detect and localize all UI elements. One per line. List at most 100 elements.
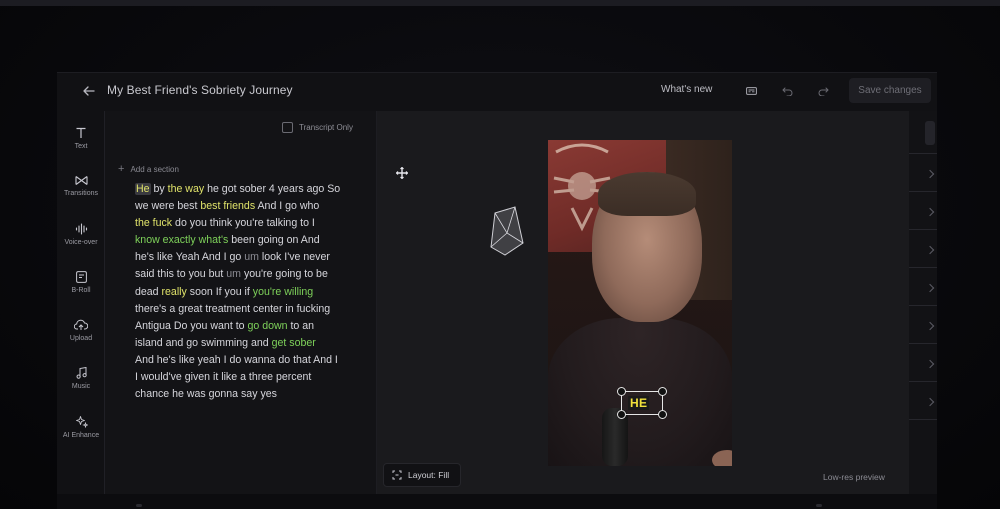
undo-icon [781,87,792,96]
chevron-right-icon[interactable] [925,321,935,331]
transcript-line[interactable]: He by the way he got sober 4 years ago S… [135,181,367,198]
transcript-highlight-word[interactable]: He [135,183,151,195]
tool-ai-enhance[interactable]: AI Enhance [57,415,105,455]
chevron-right-icon[interactable] [925,169,935,179]
resize-handle-bottom-right[interactable] [658,410,667,419]
transcript-word[interactable]: there's a great treatment center in fuck… [135,303,330,315]
tool-b-roll-label: B-Roll [71,287,91,294]
add-section-button[interactable]: + Add a section [118,163,179,175]
chevron-right-icon[interactable] [925,359,935,369]
tool-upload-label: Upload [69,335,93,342]
transcript-line[interactable]: Antigua Do you want to go down to an [135,318,367,335]
transcript-word[interactable]: been going on And [228,234,319,246]
transcript-panel: Transcript Only + Add a section He by th… [105,111,377,495]
upload-icon [74,319,88,330]
transcript-line[interactable]: know exactly what's been going on And [135,232,367,249]
transcript-line[interactable]: And he's like yeah I do wanna do that An… [135,352,367,369]
whats-new-link[interactable]: What's new [661,84,712,95]
caption-selection-box[interactable]: HE [617,387,667,419]
transcript-word[interactable]: And he's like yeah I do wanna do that An… [135,354,338,366]
captions-toggle-button[interactable] [742,82,760,100]
header-bar: My Best Friend's Sobriety Journey What's… [57,73,937,111]
transcript-line[interactable]: we were best best friends And I go who [135,198,367,215]
transcript-highlight-word[interactable]: the fuck [135,217,172,229]
redo-icon [818,87,829,96]
transcript-line[interactable]: the fuck do you think you're talking to … [135,215,367,232]
bottom-indicator [136,504,142,507]
transcript-word[interactable]: he's like Yeah And I go [135,251,244,263]
rail-divider [909,343,937,344]
transcript-highlight-word[interactable]: what's [199,234,229,246]
chevron-right-icon[interactable] [925,397,935,407]
transcript-word[interactable]: island and go swimming and [135,337,272,349]
transcript-line[interactable]: I would've given it like a three percent [135,369,367,386]
transcript-word[interactable]: dead [135,286,162,298]
transcript-word[interactable]: we were best [135,200,200,212]
chevron-right-icon[interactable] [925,245,935,255]
transcript-word[interactable]: he got sober 4 years ago So [204,183,340,195]
tool-voice-over[interactable]: Voice-over [57,223,105,263]
transcript-line[interactable]: he's like Yeah And I go um look I've nev… [135,249,367,266]
tool-transitions[interactable]: Transitions [57,175,105,215]
redo-button[interactable] [814,82,832,100]
transcript-line[interactable]: island and go swimming and get sober [135,335,367,352]
rail-divider [909,419,937,420]
project-title: My Best Friend's Sobriety Journey [107,83,293,97]
video-preview-area: HE Layout: Fill Low-res preview [377,111,909,495]
arrow-left-icon [83,86,95,96]
transcript-word[interactable]: you're going to be [241,268,328,280]
transcript-word[interactable]: do you think you're talking to I [172,217,315,229]
layout-fill-button[interactable]: Layout: Fill [383,463,461,487]
transcript-highlight-word[interactable]: go down [247,320,287,332]
transcript-line[interactable]: there's a great treatment center in fuck… [135,301,367,318]
transcript-word[interactable]: to an [288,320,314,332]
resize-handle-top-left[interactable] [617,387,626,396]
tool-b-roll[interactable]: B-Roll [57,271,105,311]
transcript-highlight-word[interactable]: really [162,286,187,298]
transcript-word[interactable]: And I go who [255,200,319,212]
resize-handle-top-right[interactable] [658,387,667,396]
video-frame[interactable]: HE [548,140,732,466]
rail-divider [909,229,937,230]
move-cursor-icon [396,167,408,179]
transcript-line[interactable]: said this to you but um you're going to … [135,266,367,283]
tool-text[interactable]: Text [57,127,105,167]
transcript-word[interactable]: chance he was gonna say yes [135,388,277,400]
back-button[interactable] [79,81,99,101]
tool-sidebar: Text Transitions Voice-over B-Roll Uploa… [57,111,105,495]
transcript-highlight-word[interactable]: the way [168,183,205,195]
transcript-word[interactable]: look I've never [259,251,330,263]
transcript-word[interactable]: soon If you if [187,286,253,298]
transcript-word[interactable]: by [151,183,168,195]
rail-divider [909,381,937,382]
chevron-right-icon[interactable] [925,283,935,293]
transcript-word[interactable]: said this to you but [135,268,226,280]
transcript-only-checkbox[interactable] [282,122,293,133]
ai-enhance-icon [75,416,88,428]
chevron-right-icon[interactable] [925,207,935,217]
transcript-word[interactable]: Antigua Do you want to [135,320,247,332]
transcript-highlight-word[interactable]: get sober [272,337,316,349]
transcript-only-toggle[interactable]: Transcript Only [282,122,353,133]
captions-icon [745,87,757,95]
caption-text[interactable]: HE [628,396,650,410]
transcript-line[interactable]: chance he was gonna say yes [135,386,367,403]
resize-handle-bottom-left[interactable] [617,410,626,419]
transcript-word[interactable]: I would've given it like a three percent [135,371,311,383]
rail-scroll-handle[interactable] [925,121,935,145]
transcript-text[interactable]: He by the way he got sober 4 years ago S… [135,181,367,403]
transcript-highlight-word[interactable]: um [226,268,241,280]
transcript-highlight-word[interactable]: you're willing [253,286,313,298]
tool-text-label: Text [74,143,88,150]
layout-label: Layout: Fill [408,470,450,480]
transcript-highlight-word[interactable]: best friends [200,200,255,212]
tool-upload[interactable]: Upload [57,319,105,359]
transcript-highlight-word[interactable]: um [244,251,259,263]
save-changes-button[interactable]: Save changes [849,78,931,103]
transcript-line[interactable]: dead really soon If you if you're willin… [135,284,367,301]
plus-icon: + [118,163,125,175]
undo-button[interactable] [778,82,796,100]
tool-music[interactable]: Music [57,367,105,407]
transcript-highlight-word[interactable]: know exactly [135,234,199,246]
b-roll-icon [75,271,87,283]
